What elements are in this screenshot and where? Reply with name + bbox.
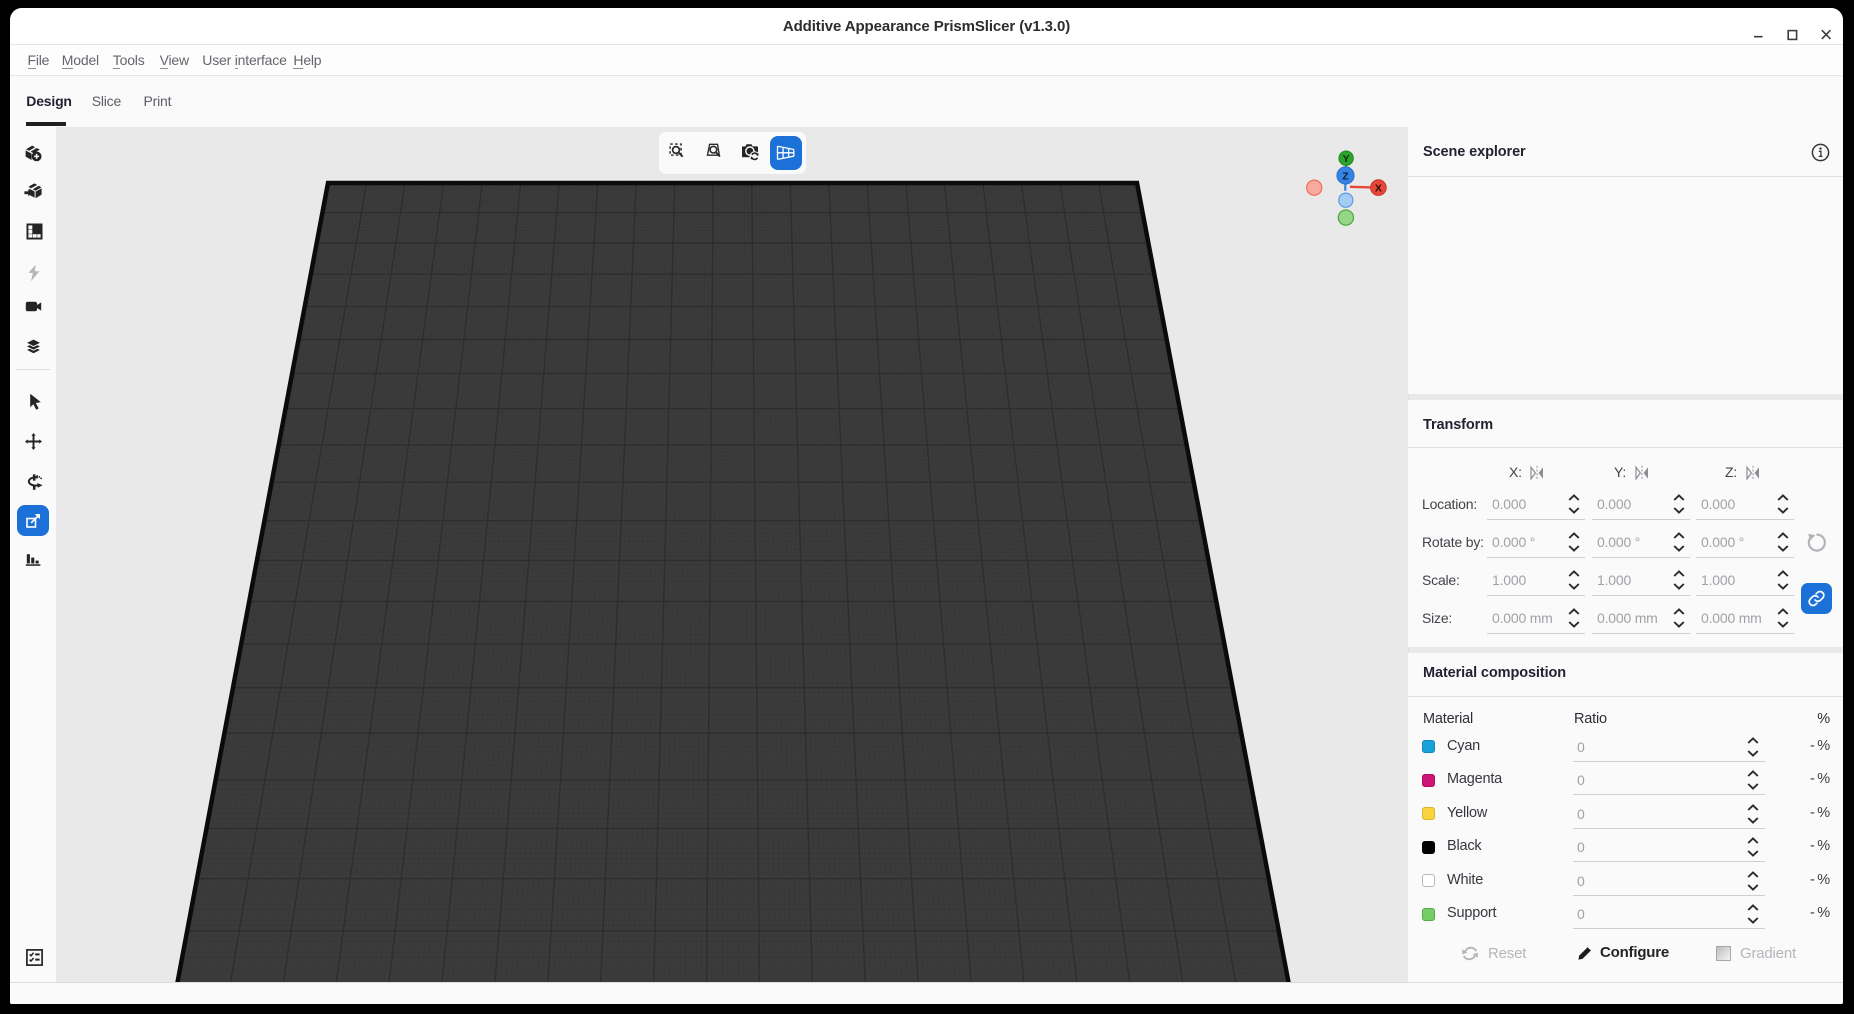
svg-text:X: X: [1375, 182, 1382, 194]
svg-text:Y: Y: [1343, 153, 1350, 165]
svg-text:Z: Z: [1342, 170, 1349, 182]
